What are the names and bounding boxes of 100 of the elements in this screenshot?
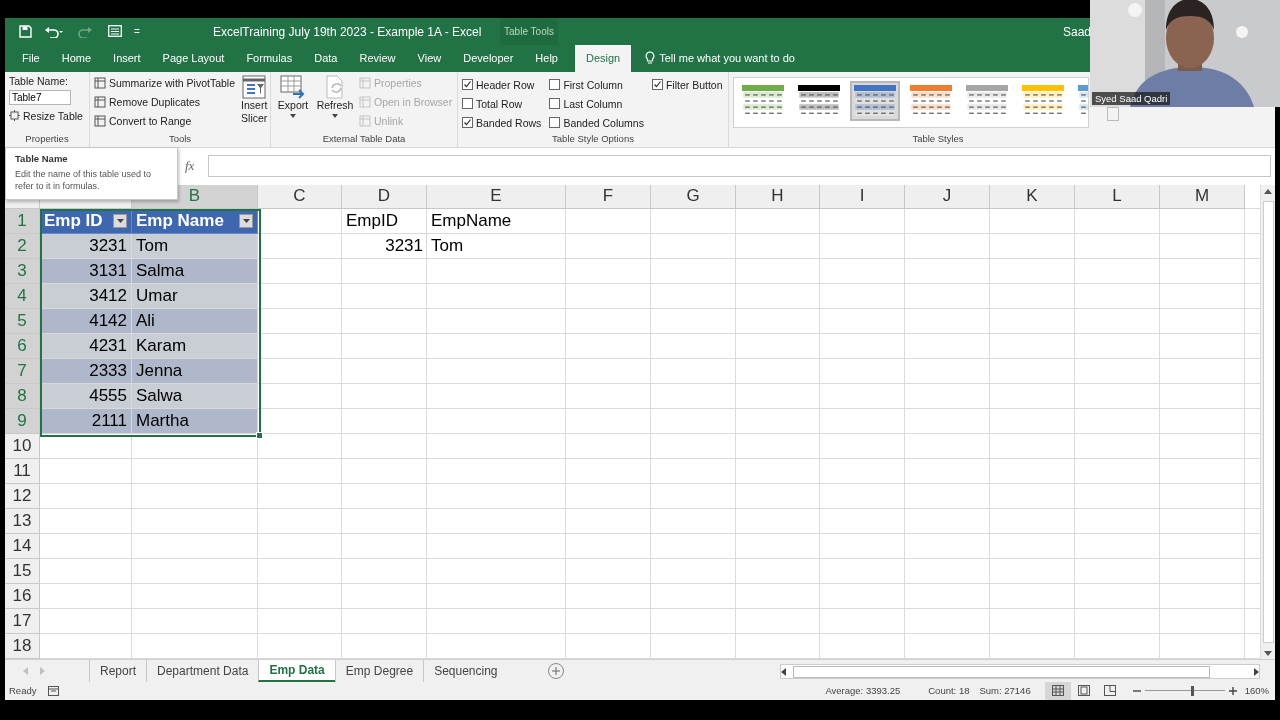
checkbox[interactable] (462, 117, 473, 129)
scroll-left-icon[interactable] (781, 667, 786, 676)
column-header[interactable]: E (427, 184, 566, 209)
row-header[interactable]: 15 (5, 558, 40, 584)
checkbox-option[interactable]: Filter Button (651, 76, 723, 93)
checkbox[interactable] (462, 79, 473, 91)
undo-icon[interactable] (44, 24, 64, 38)
table-cell: 3131 (40, 258, 132, 284)
column-header[interactable]: L (1075, 184, 1160, 209)
export-button[interactable]: Export (275, 74, 311, 133)
row-header[interactable]: 7 (5, 358, 40, 384)
fill-handle[interactable] (256, 431, 263, 439)
checkbox[interactable] (549, 79, 561, 91)
refresh-button[interactable]: Refresh (317, 74, 353, 133)
sheet-tab[interactable]: Sequencing (423, 660, 508, 682)
ribbon-tab[interactable]: Page Layout (151, 44, 236, 72)
row-header[interactable]: 6 (5, 333, 40, 359)
ribbon-tab[interactable]: Formulas (235, 44, 304, 72)
scroll-down-icon[interactable] (1264, 650, 1272, 656)
column-header[interactable]: G (651, 184, 736, 209)
row-header[interactable]: 4 (5, 283, 40, 309)
column-header[interactable]: F (566, 184, 651, 209)
resize-table-button[interactable]: Resize Table (9, 107, 83, 124)
table-style-swatch[interactable] (850, 80, 900, 121)
zoom-in-icon[interactable] (1228, 687, 1237, 695)
scroll-thumb[interactable] (793, 666, 1210, 678)
option-label: First Column (563, 78, 623, 91)
ribbon-tab[interactable]: Review (348, 44, 407, 72)
ribbon-tab[interactable]: Data (303, 44, 349, 72)
checkbox[interactable] (549, 117, 561, 129)
group-label: Tools (167, 132, 193, 146)
row-header[interactable]: 2 (5, 233, 40, 259)
zoom-level[interactable]: 160% (1244, 685, 1269, 697)
checkbox[interactable] (462, 98, 473, 110)
row-header[interactable]: 9 (5, 408, 40, 434)
checkbox[interactable] (549, 98, 561, 110)
ribbon-tab[interactable]: Help (524, 44, 569, 72)
insert-function-button[interactable]: fx (177, 158, 203, 175)
form-icon[interactable] (108, 25, 122, 38)
ribbon-button[interactable]: Remove Duplicates (94, 93, 236, 110)
save-icon[interactable] (19, 24, 32, 38)
sheet-tab[interactable]: Emp Data (258, 660, 335, 682)
scroll-thumb[interactable] (1263, 200, 1274, 643)
option-label: Header Row (476, 78, 535, 91)
row-header[interactable]: 11 (5, 458, 40, 484)
zoom-slider-thumb[interactable] (1191, 686, 1195, 696)
user-name[interactable]: Saad (1063, 25, 1092, 39)
ribbon-tab[interactable]: Design (574, 44, 632, 72)
column-header[interactable]: C (258, 184, 342, 209)
row-header[interactable]: 8 (5, 383, 40, 409)
table-tool-icon (94, 76, 106, 89)
checkbox-option[interactable]: Banded Rows (462, 114, 542, 131)
formula-input[interactable] (208, 155, 1271, 178)
row-header[interactable]: 1 (5, 208, 40, 234)
checkbox[interactable] (651, 79, 663, 91)
cell-text: EmpID (345, 210, 399, 233)
insert-slicer-button[interactable]: Insert Slicer (241, 74, 268, 133)
column-header[interactable]: H (736, 184, 820, 209)
ribbon-tab[interactable]: Home (50, 44, 103, 72)
grid-icon (359, 95, 371, 108)
checkbox-option[interactable]: Last Column (549, 95, 644, 112)
column-header[interactable]: K (990, 184, 1075, 209)
ribbon-tab[interactable]: File (11, 44, 51, 72)
status-ready: Ready (9, 685, 37, 697)
table-tool-icon (94, 95, 106, 108)
row-header[interactable]: 10 (5, 433, 40, 459)
ribbon-tab[interactable]: Insert (102, 44, 152, 72)
column-header[interactable]: D (342, 184, 427, 209)
row-header[interactable]: 17 (5, 608, 40, 634)
column-header[interactable]: J (905, 184, 990, 209)
customize-toolbar-button[interactable]: = (134, 25, 140, 37)
checkbox-option[interactable]: Total Row (462, 95, 542, 112)
ribbon-tab[interactable]: View (406, 44, 453, 72)
checkbox-option[interactable]: Banded Columns (549, 114, 644, 131)
filter-button[interactable] (113, 213, 127, 228)
macro-record-icon[interactable] (48, 686, 60, 696)
option-label: Total Row (476, 97, 523, 110)
column-header[interactable]: M (1160, 184, 1245, 209)
sheet-tab[interactable]: Report (89, 660, 147, 682)
row-header[interactable]: 5 (5, 308, 40, 334)
ribbon-button[interactable]: Summarize with PivotTable (94, 74, 236, 91)
row-header[interactable]: 16 (5, 583, 40, 609)
tell-me-search[interactable]: Tell me what you want to do (637, 44, 795, 72)
row-header[interactable]: 12 (5, 483, 40, 509)
column-header[interactable]: I (820, 184, 905, 209)
scroll-up-icon[interactable] (1264, 188, 1272, 194)
checkbox-option[interactable]: Header Row (462, 76, 542, 93)
table-name-field[interactable]: Table7 (9, 89, 71, 105)
filter-button[interactable] (239, 213, 253, 228)
ribbon-button[interactable]: Convert to Range (94, 112, 236, 129)
table-cell: Salma (132, 258, 258, 284)
ribbon-tab[interactable]: Developer (452, 44, 525, 72)
row-header[interactable]: 13 (5, 508, 40, 534)
checkbox-option[interactable]: First Column (549, 76, 644, 93)
row-header[interactable]: 14 (5, 533, 40, 559)
sheet-tab[interactable]: Emp Degree (334, 660, 424, 682)
scroll-right-icon[interactable] (1254, 667, 1259, 676)
row-header[interactable]: 18 (5, 633, 40, 659)
zoom-out-icon[interactable] (1132, 687, 1141, 695)
row-header[interactable]: 3 (5, 258, 40, 284)
